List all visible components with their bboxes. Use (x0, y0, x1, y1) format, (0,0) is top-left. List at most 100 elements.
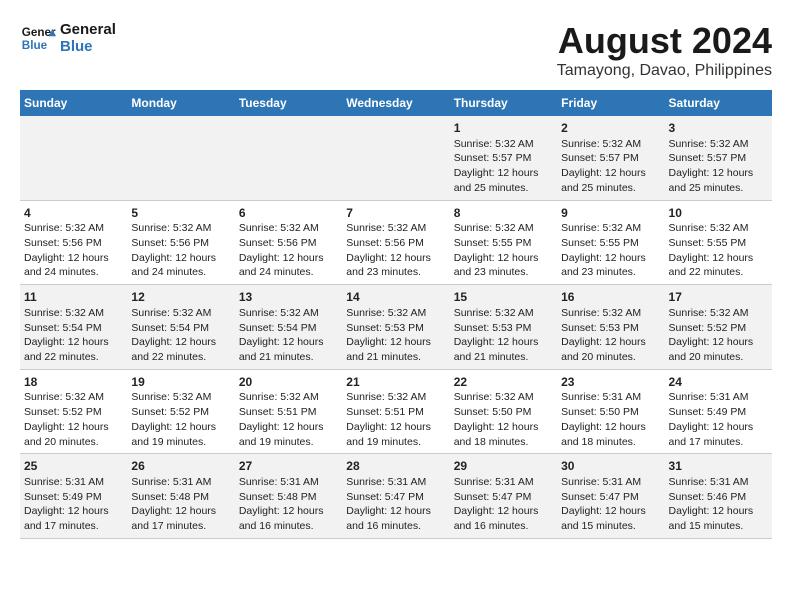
day-number: 25 (24, 458, 123, 475)
day-detail: and 21 minutes. (239, 350, 338, 365)
day-detail: Sunrise: 5:32 AM (561, 137, 660, 152)
day-detail: Sunset: 5:51 PM (346, 405, 445, 420)
day-header-saturday: Saturday (665, 90, 772, 116)
day-detail: Daylight: 12 hours (346, 335, 445, 350)
day-detail: Sunset: 5:53 PM (454, 321, 553, 336)
day-detail: Sunrise: 5:32 AM (454, 137, 553, 152)
day-detail: Sunset: 5:47 PM (561, 490, 660, 505)
day-detail: Sunrise: 5:32 AM (131, 390, 230, 405)
day-detail: and 24 minutes. (239, 265, 338, 280)
day-detail: Sunrise: 5:31 AM (239, 475, 338, 490)
day-detail: Daylight: 12 hours (346, 420, 445, 435)
day-detail: and 22 minutes. (669, 265, 768, 280)
day-header-wednesday: Wednesday (342, 90, 449, 116)
day-detail: Daylight: 12 hours (669, 251, 768, 266)
calendar-cell: 22Sunrise: 5:32 AMSunset: 5:50 PMDayligh… (450, 369, 557, 454)
day-detail: Sunset: 5:52 PM (24, 405, 123, 420)
day-detail: and 25 minutes. (669, 181, 768, 196)
page-header: General Blue General Blue August 2024 Ta… (20, 20, 772, 80)
calendar-cell: 5Sunrise: 5:32 AMSunset: 5:56 PMDaylight… (127, 200, 234, 285)
day-detail: and 21 minutes. (454, 350, 553, 365)
day-detail: Sunrise: 5:31 AM (561, 475, 660, 490)
day-detail: and 18 minutes. (561, 435, 660, 450)
day-detail: Sunset: 5:57 PM (669, 151, 768, 166)
calendar-cell: 15Sunrise: 5:32 AMSunset: 5:53 PMDayligh… (450, 285, 557, 370)
day-detail: Sunrise: 5:32 AM (24, 221, 123, 236)
calendar-header-row: SundayMondayTuesdayWednesdayThursdayFrid… (20, 90, 772, 116)
calendar-cell (127, 116, 234, 200)
day-detail: Daylight: 12 hours (454, 166, 553, 181)
day-detail: and 20 minutes. (24, 435, 123, 450)
day-detail: and 17 minutes. (131, 519, 230, 534)
day-detail: Sunset: 5:47 PM (454, 490, 553, 505)
calendar-cell: 3Sunrise: 5:32 AMSunset: 5:57 PMDaylight… (665, 116, 772, 200)
calendar-week-2: 4Sunrise: 5:32 AMSunset: 5:56 PMDaylight… (20, 200, 772, 285)
day-detail: and 25 minutes. (561, 181, 660, 196)
day-detail: Daylight: 12 hours (669, 335, 768, 350)
day-detail: Sunrise: 5:32 AM (24, 390, 123, 405)
day-detail: and 23 minutes. (454, 265, 553, 280)
day-detail: and 24 minutes. (24, 265, 123, 280)
day-number: 10 (669, 205, 768, 222)
day-detail: Sunrise: 5:31 AM (669, 475, 768, 490)
day-detail: Sunset: 5:54 PM (131, 321, 230, 336)
day-detail: Sunset: 5:52 PM (131, 405, 230, 420)
day-detail: and 15 minutes. (669, 519, 768, 534)
calendar-cell: 20Sunrise: 5:32 AMSunset: 5:51 PMDayligh… (235, 369, 342, 454)
calendar-cell: 26Sunrise: 5:31 AMSunset: 5:48 PMDayligh… (127, 454, 234, 539)
day-detail: and 18 minutes. (454, 435, 553, 450)
day-detail: Sunset: 5:52 PM (669, 321, 768, 336)
day-detail: Sunrise: 5:32 AM (561, 221, 660, 236)
day-detail: Sunset: 5:55 PM (669, 236, 768, 251)
day-detail: Daylight: 12 hours (346, 504, 445, 519)
day-detail: and 16 minutes. (454, 519, 553, 534)
day-detail: Sunrise: 5:31 AM (346, 475, 445, 490)
day-number: 13 (239, 289, 338, 306)
day-detail: Daylight: 12 hours (131, 504, 230, 519)
day-detail: and 22 minutes. (131, 350, 230, 365)
day-detail: Sunrise: 5:32 AM (131, 221, 230, 236)
day-number: 20 (239, 374, 338, 391)
day-detail: Sunset: 5:57 PM (561, 151, 660, 166)
day-detail: Daylight: 12 hours (239, 251, 338, 266)
day-header-tuesday: Tuesday (235, 90, 342, 116)
calendar-cell: 6Sunrise: 5:32 AMSunset: 5:56 PMDaylight… (235, 200, 342, 285)
day-header-thursday: Thursday (450, 90, 557, 116)
day-detail: and 17 minutes. (669, 435, 768, 450)
day-number: 11 (24, 289, 123, 306)
day-number: 6 (239, 205, 338, 222)
day-header-monday: Monday (127, 90, 234, 116)
calendar-cell (20, 116, 127, 200)
calendar-cell: 7Sunrise: 5:32 AMSunset: 5:56 PMDaylight… (342, 200, 449, 285)
day-number: 12 (131, 289, 230, 306)
day-detail: Sunrise: 5:32 AM (669, 306, 768, 321)
calendar-cell: 13Sunrise: 5:32 AMSunset: 5:54 PMDayligh… (235, 285, 342, 370)
day-detail: Daylight: 12 hours (454, 335, 553, 350)
day-detail: Sunset: 5:46 PM (669, 490, 768, 505)
day-detail: Sunrise: 5:32 AM (454, 221, 553, 236)
day-detail: Sunrise: 5:31 AM (131, 475, 230, 490)
day-detail: Sunset: 5:55 PM (561, 236, 660, 251)
title-block: August 2024 Tamayong, Davao, Philippines (557, 20, 772, 80)
calendar-cell: 2Sunrise: 5:32 AMSunset: 5:57 PMDaylight… (557, 116, 664, 200)
calendar-cell: 10Sunrise: 5:32 AMSunset: 5:55 PMDayligh… (665, 200, 772, 285)
day-detail: and 24 minutes. (131, 265, 230, 280)
day-detail: Sunrise: 5:31 AM (454, 475, 553, 490)
calendar-cell: 28Sunrise: 5:31 AMSunset: 5:47 PMDayligh… (342, 454, 449, 539)
day-detail: Sunset: 5:49 PM (669, 405, 768, 420)
day-detail: Sunset: 5:50 PM (454, 405, 553, 420)
day-number: 17 (669, 289, 768, 306)
day-detail: Daylight: 12 hours (561, 335, 660, 350)
day-detail: Daylight: 12 hours (669, 504, 768, 519)
day-number: 7 (346, 205, 445, 222)
day-detail: Daylight: 12 hours (561, 166, 660, 181)
calendar-cell: 18Sunrise: 5:32 AMSunset: 5:52 PMDayligh… (20, 369, 127, 454)
day-number: 31 (669, 458, 768, 475)
day-detail: and 23 minutes. (561, 265, 660, 280)
day-number: 3 (669, 120, 768, 137)
calendar-cell: 16Sunrise: 5:32 AMSunset: 5:53 PMDayligh… (557, 285, 664, 370)
day-number: 8 (454, 205, 553, 222)
day-number: 18 (24, 374, 123, 391)
day-detail: Sunset: 5:51 PM (239, 405, 338, 420)
day-detail: and 19 minutes. (239, 435, 338, 450)
